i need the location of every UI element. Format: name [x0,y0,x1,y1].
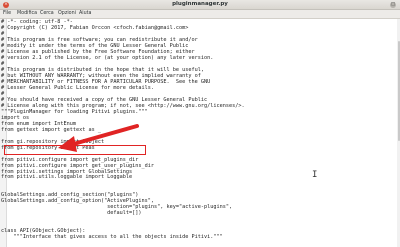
menu-file[interactable]: File [3,11,11,16]
code-line[interactable]: """Interface that gives access to all th… [1,234,222,240]
scrollbar-thumb[interactable] [397,41,400,141]
highlight-box [4,145,146,155]
window-title: pluginmanager.py [172,1,228,7]
menu-search[interactable]: Cerca [40,11,54,16]
code-line[interactable]: # Copyright (C) 2017, Fabian Orccon <cfo… [1,25,188,31]
menu-help[interactable]: Aiuta [79,11,91,16]
menu-edit[interactable]: Modifica [17,11,37,16]
menu-options[interactable]: Opzioni [58,11,76,16]
menu-bar: File Modifica Cerca Opzioni Aiuta [0,10,400,19]
code-line[interactable]: from pitivi.utils.loggable import Loggab… [1,174,132,180]
maximize-icon[interactable]: □ [390,1,396,8]
code-line[interactable]: # version 2.1 of the License, or (at you… [1,55,213,61]
code-line[interactable]: from gettext import gettext as _ [1,127,101,133]
editor-window: × pluginmanager.py □ File Modifica Cerca… [0,0,400,247]
title-bar: × pluginmanager.py □ [0,0,400,10]
code-line[interactable]: default=[]) [1,210,141,216]
code-editor[interactable]: # -*- coding: utf-8 -*- # Copyright (C) 2… [0,19,400,247]
code-line[interactable]: # Lesser General Public License for more… [1,85,154,91]
text-cursor-icon: I [312,170,318,180]
